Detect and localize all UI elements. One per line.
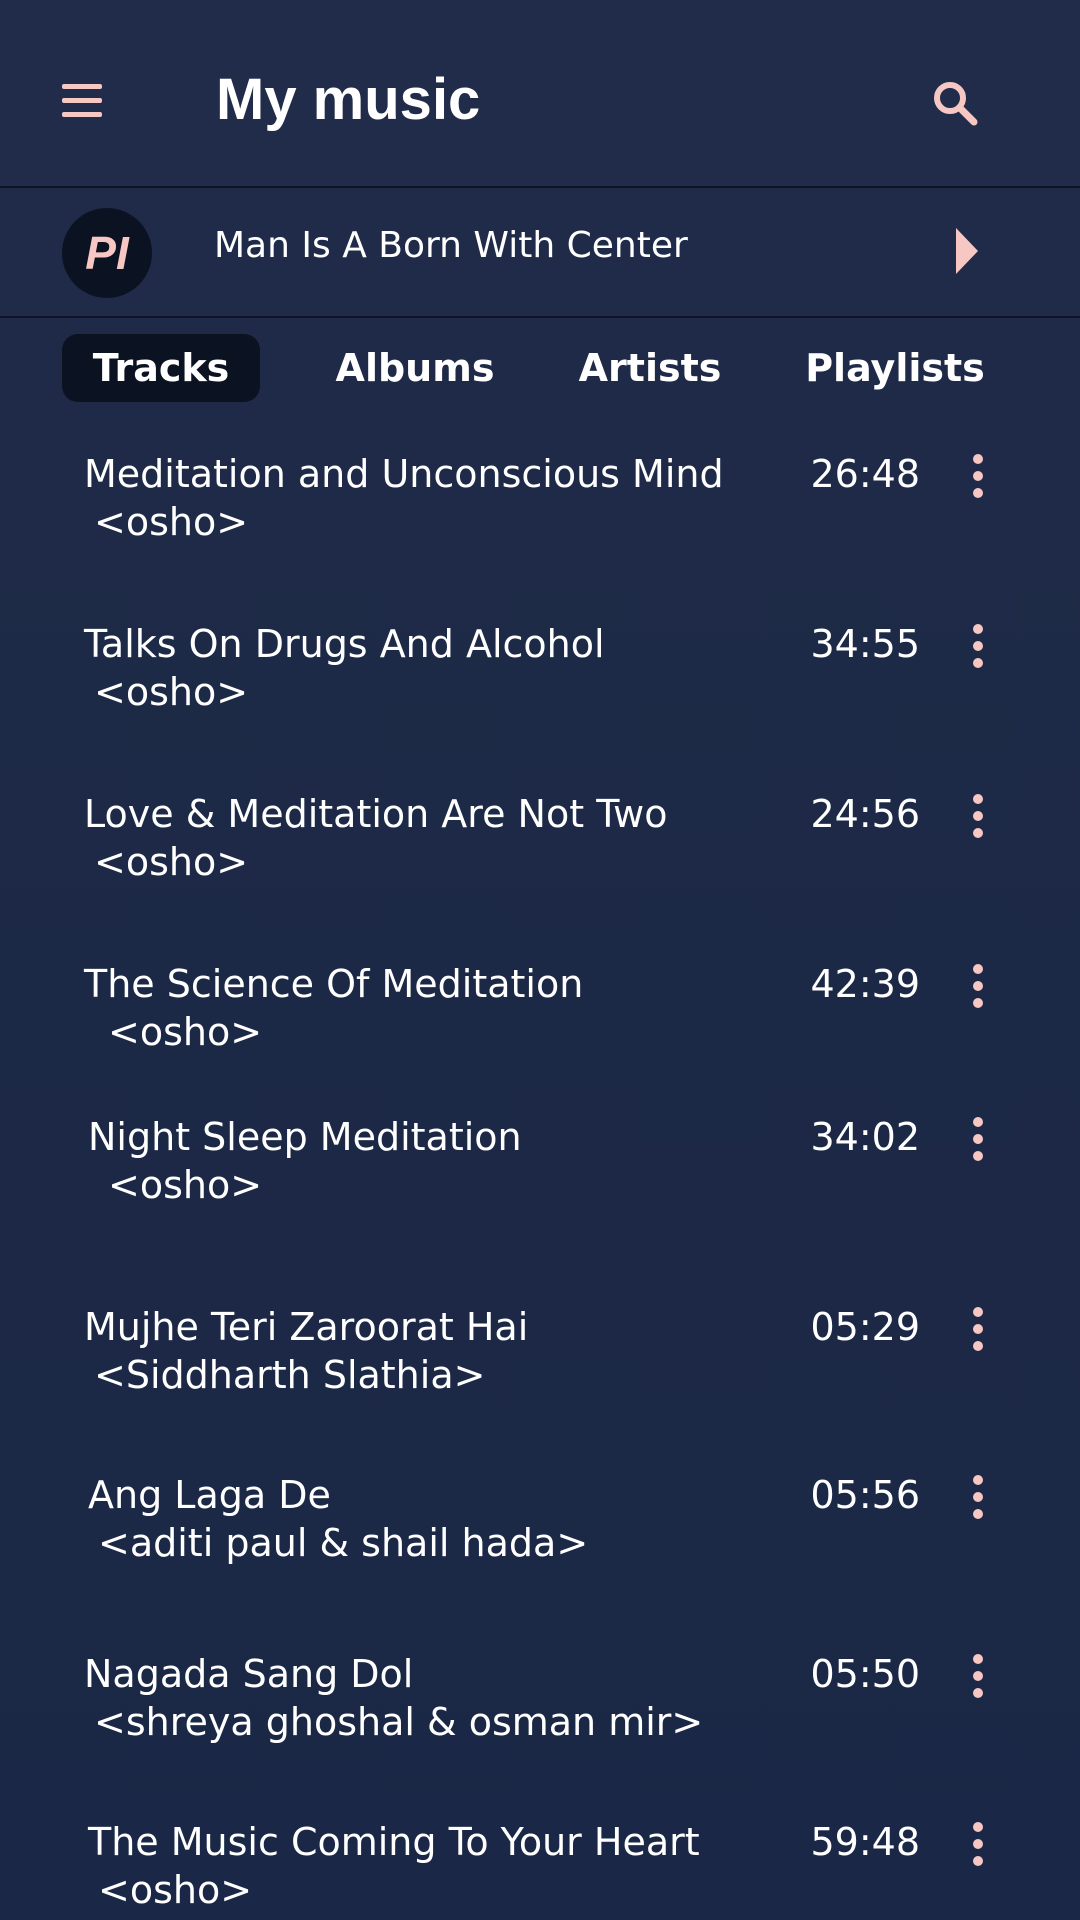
track-artist: <osho> <box>98 1868 253 1912</box>
track-row[interactable]: Meditation and Unconscious Mind <osho> 2… <box>0 450 1080 560</box>
track-artist: <osho> <box>108 1010 263 1054</box>
track-artist: <shreya ghoshal & osman mir> <box>94 1700 704 1744</box>
track-duration: 24:56 <box>810 792 920 836</box>
more-vertical-icon[interactable] <box>966 1475 990 1519</box>
more-vertical-icon[interactable] <box>966 1307 990 1351</box>
track-duration: 34:02 <box>810 1115 920 1159</box>
track-duration: 05:29 <box>810 1305 920 1349</box>
track-duration: 26:48 <box>810 452 920 496</box>
track-title: Talks On Drugs And Alcohol <box>84 622 605 666</box>
track-title: Mujhe Teri Zaroorat Hai <box>84 1305 529 1349</box>
track-title: Night Sleep Meditation <box>88 1115 522 1159</box>
track-title: Love & Meditation Are Not Two <box>84 792 668 836</box>
more-vertical-icon[interactable] <box>966 1654 990 1698</box>
track-duration: 59:48 <box>810 1820 920 1864</box>
track-list: Meditation and Unconscious Mind <osho> 2… <box>0 0 1080 1920</box>
track-title: The Music Coming To Your Heart <box>88 1820 700 1864</box>
track-artist: <osho> <box>108 1163 263 1207</box>
track-row[interactable]: Night Sleep Meditation <osho> 34:02 <box>0 1113 1080 1223</box>
track-duration: 42:39 <box>810 962 920 1006</box>
track-duration: 34:55 <box>810 622 920 666</box>
track-row[interactable]: Mujhe Teri Zaroorat Hai <Siddharth Slath… <box>0 1303 1080 1413</box>
track-row[interactable]: The Science Of Meditation <osho> 42:39 <box>0 960 1080 1070</box>
track-duration: 05:50 <box>810 1652 920 1696</box>
track-row[interactable]: Nagada Sang Dol <shreya ghoshal & osman … <box>0 1650 1080 1760</box>
track-row[interactable]: Love & Meditation Are Not Two <osho> 24:… <box>0 790 1080 900</box>
track-artist: <osho> <box>94 670 249 714</box>
track-row[interactable]: Talks On Drugs And Alcohol <osho> 34:55 <box>0 620 1080 730</box>
more-vertical-icon[interactable] <box>966 454 990 498</box>
more-vertical-icon[interactable] <box>966 624 990 668</box>
track-duration: 05:56 <box>810 1473 920 1517</box>
more-vertical-icon[interactable] <box>966 964 990 1008</box>
track-artist: <Siddharth Slathia> <box>94 1353 486 1397</box>
more-vertical-icon[interactable] <box>966 794 990 838</box>
track-title: Meditation and Unconscious Mind <box>84 452 724 496</box>
track-title: Ang Laga De <box>88 1473 331 1517</box>
app-root: My music PI Man Is A Born With Center Tr… <box>0 0 1080 1920</box>
track-title: Nagada Sang Dol <box>84 1652 414 1696</box>
track-artist: <osho> <box>94 500 249 544</box>
track-title: The Science Of Meditation <box>84 962 584 1006</box>
track-row[interactable]: The Music Coming To Your Heart <osho> 59… <box>0 1818 1080 1920</box>
track-artist: <osho> <box>94 840 249 884</box>
track-row[interactable]: Ang Laga De <aditi paul & shail hada> 05… <box>0 1471 1080 1581</box>
track-artist: <aditi paul & shail hada> <box>98 1521 589 1565</box>
more-vertical-icon[interactable] <box>966 1117 990 1161</box>
more-vertical-icon[interactable] <box>966 1822 990 1866</box>
